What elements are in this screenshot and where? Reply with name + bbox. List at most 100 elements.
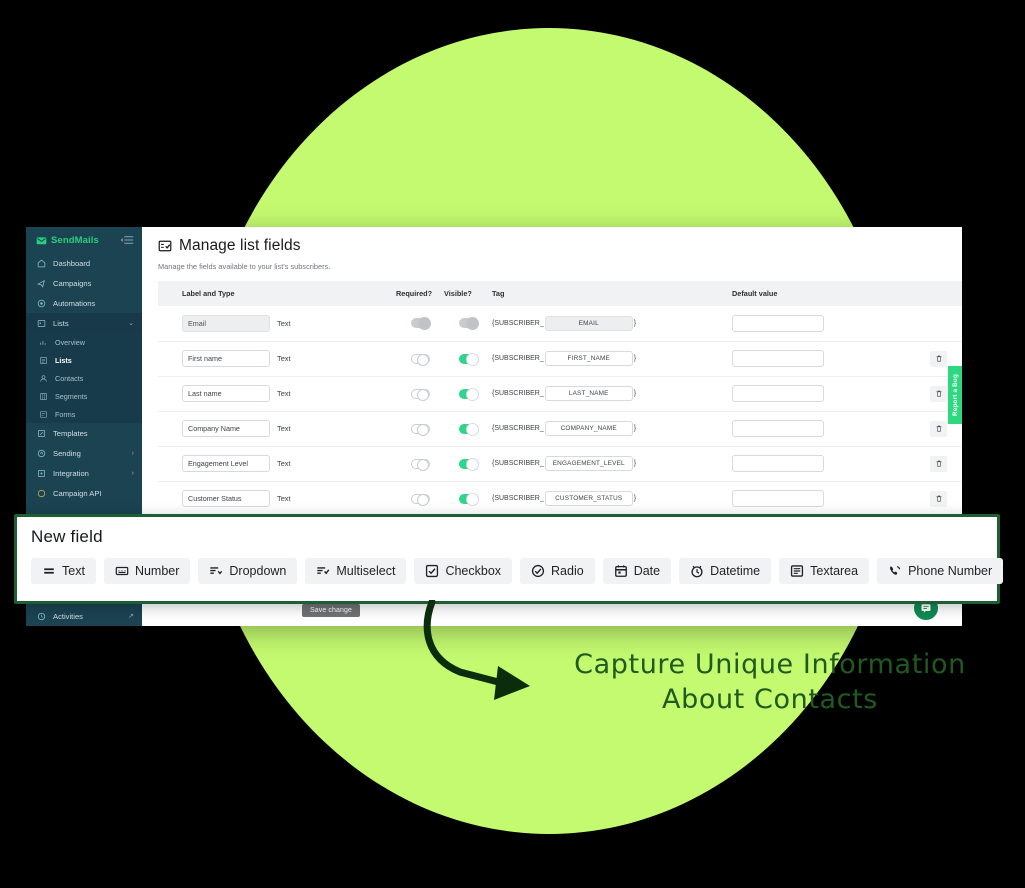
- visible-toggle[interactable]: [458, 387, 479, 401]
- cell-tag: {SUBSCRIBER_ ENGAGEMENT_LEVEL}: [492, 446, 732, 482]
- megaphone-icon: [37, 279, 46, 288]
- sidebar-item-campaign-api[interactable]: Campaign API: [26, 483, 142, 503]
- annotation-line-2: About Contacts: [662, 683, 878, 715]
- sidebar-item-label: Lists: [53, 318, 69, 328]
- report-a-bug-tab[interactable]: Report a Bug: [948, 366, 962, 424]
- field-type-label: Text: [277, 389, 291, 398]
- table-row: First name Text {SUBSCRIBER_ FIRST_NAME}: [158, 341, 962, 377]
- delete-field-button[interactable]: [930, 455, 947, 472]
- template-icon: [37, 429, 46, 438]
- default-value-input[interactable]: [732, 314, 824, 332]
- sidebar-item-lists-sub[interactable]: Lists: [26, 351, 142, 369]
- collapse-menu-icon[interactable]: [121, 235, 134, 245]
- tag-input[interactable]: ENGAGEMENT_LEVEL: [544, 456, 633, 471]
- new-field-type-phone-number-button[interactable]: Phone Number: [877, 558, 1004, 584]
- sidebar-item-dashboard[interactable]: Dashboard: [26, 253, 142, 273]
- col-header-label-type: Label and Type: [158, 281, 396, 306]
- home-icon: [37, 259, 46, 268]
- field-label-input[interactable]: Engagement Level: [182, 455, 270, 472]
- sidebar-item-contacts[interactable]: Contacts: [26, 369, 142, 387]
- sidebar-item-label: Sending: [53, 448, 81, 458]
- chevron-down-icon: ⌄: [128, 320, 134, 327]
- required-toggle[interactable]: [410, 458, 430, 471]
- cell-tag: {SUBSCRIBER_ EMAIL}: [492, 306, 732, 342]
- tag-prefix: {SUBSCRIBER_: [492, 355, 544, 362]
- new-field-type-label: Textarea: [810, 564, 859, 578]
- visible-toggle[interactable]: [458, 457, 479, 471]
- sidebar-item-label: Dashboard: [53, 258, 91, 268]
- col-header-required: Required?: [396, 281, 444, 306]
- sidebar-item-overview[interactable]: Overview: [26, 333, 142, 351]
- default-value-input[interactable]: [732, 385, 824, 402]
- sidebar-item-campaigns[interactable]: Campaigns: [26, 273, 142, 293]
- new-field-type-textarea-button[interactable]: Textarea: [779, 558, 870, 584]
- visible-toggle[interactable]: [458, 492, 479, 506]
- cell-default-value: [732, 341, 912, 377]
- tag-input[interactable]: EMAIL: [544, 315, 633, 331]
- cell-default-value: [732, 411, 912, 447]
- chevron-right-icon: ›: [131, 469, 134, 477]
- sidebar-item-activities[interactable]: Activities ↗: [26, 606, 142, 626]
- visible-toggle[interactable]: [458, 352, 479, 366]
- cell-visible: [444, 306, 492, 342]
- new-field-type-radio-button[interactable]: Radio: [520, 558, 595, 584]
- clock-icon: [690, 564, 704, 578]
- delete-field-button[interactable]: [930, 350, 947, 367]
- sidebar-item-forms[interactable]: Forms: [26, 405, 142, 423]
- cell-tag: {SUBSCRIBER_ COMPANY_NAME}: [492, 411, 732, 447]
- sidebar-item-automations[interactable]: Automations: [26, 293, 142, 313]
- visible-toggle[interactable]: [458, 317, 479, 331]
- default-value-input[interactable]: [732, 455, 824, 472]
- sidebar-item-sending[interactable]: Sending ›: [26, 443, 142, 463]
- brand[interactable]: SendMails: [26, 227, 142, 253]
- default-value-input[interactable]: [732, 490, 824, 507]
- sidebar-item-label: Overview: [55, 337, 85, 347]
- cell-actions: [912, 306, 962, 342]
- new-field-type-label: Date: [633, 564, 661, 578]
- col-header-actions: [912, 281, 962, 306]
- required-toggle[interactable]: [410, 388, 430, 401]
- list-icon: [37, 319, 46, 328]
- new-field-type-dropdown-button[interactable]: Dropdown: [198, 558, 298, 584]
- sidebar-item-integration[interactable]: Integration ›: [26, 463, 142, 483]
- sidebar-item-segments[interactable]: Segments: [26, 387, 142, 405]
- delete-field-button[interactable]: [930, 385, 947, 402]
- field-label-input[interactable]: Company Name: [182, 420, 270, 437]
- screenshot-stage: SendMails Dashboard Campaigns Automation…: [0, 0, 1025, 888]
- tag-input[interactable]: CUSTOMER_STATUS: [544, 491, 633, 506]
- default-value-input[interactable]: [732, 350, 824, 367]
- field-label-input[interactable]: Email: [182, 314, 270, 332]
- table-row: Engagement Level Text {SUBSCRIBER_ ENGAGEME…: [158, 446, 962, 482]
- new-field-type-date-button[interactable]: Date: [602, 558, 672, 584]
- delete-field-button[interactable]: [930, 490, 947, 507]
- default-value-input[interactable]: [732, 420, 824, 437]
- new-field-type-text-button[interactable]: Text: [31, 558, 96, 584]
- field-label-input[interactable]: First name: [182, 350, 270, 367]
- field-label-input[interactable]: Last name: [182, 385, 270, 402]
- new-field-type-datetime-button[interactable]: Datetime: [679, 558, 772, 584]
- cell-actions: [912, 446, 962, 482]
- save-change-button[interactable]: Save change: [302, 604, 360, 617]
- field-label-input[interactable]: Customer Status: [182, 490, 270, 507]
- sidebar-item-label: Automations: [53, 298, 96, 308]
- tag-input[interactable]: FIRST_NAME: [544, 351, 633, 366]
- tag-input[interactable]: COMPANY_NAME: [544, 421, 633, 436]
- tag-suffix: }: [633, 425, 637, 432]
- new-field-type-label: Radio: [551, 564, 584, 578]
- multiselect-icon: [316, 564, 330, 578]
- segments-icon: [39, 392, 48, 401]
- required-toggle[interactable]: [410, 493, 430, 506]
- required-toggle[interactable]: [410, 317, 431, 331]
- tag-prefix: {SUBSCRIBER_: [492, 495, 544, 502]
- tag-input[interactable]: LAST_NAME: [544, 386, 633, 401]
- sidebar-item-lists[interactable]: Lists ⌄: [26, 313, 142, 333]
- required-toggle[interactable]: [410, 353, 430, 366]
- visible-toggle[interactable]: [458, 422, 479, 436]
- annotation-text: Capture Unique Information About Contact…: [540, 648, 1000, 717]
- new-field-type-checkbox-button[interactable]: Checkbox: [414, 558, 513, 584]
- delete-field-button[interactable]: [930, 420, 947, 437]
- required-toggle[interactable]: [410, 423, 430, 436]
- sidebar-item-templates[interactable]: Templates: [26, 423, 142, 443]
- new-field-type-multiselect-button[interactable]: Multiselect: [305, 558, 407, 584]
- new-field-type-number-button[interactable]: Number: [103, 558, 191, 584]
